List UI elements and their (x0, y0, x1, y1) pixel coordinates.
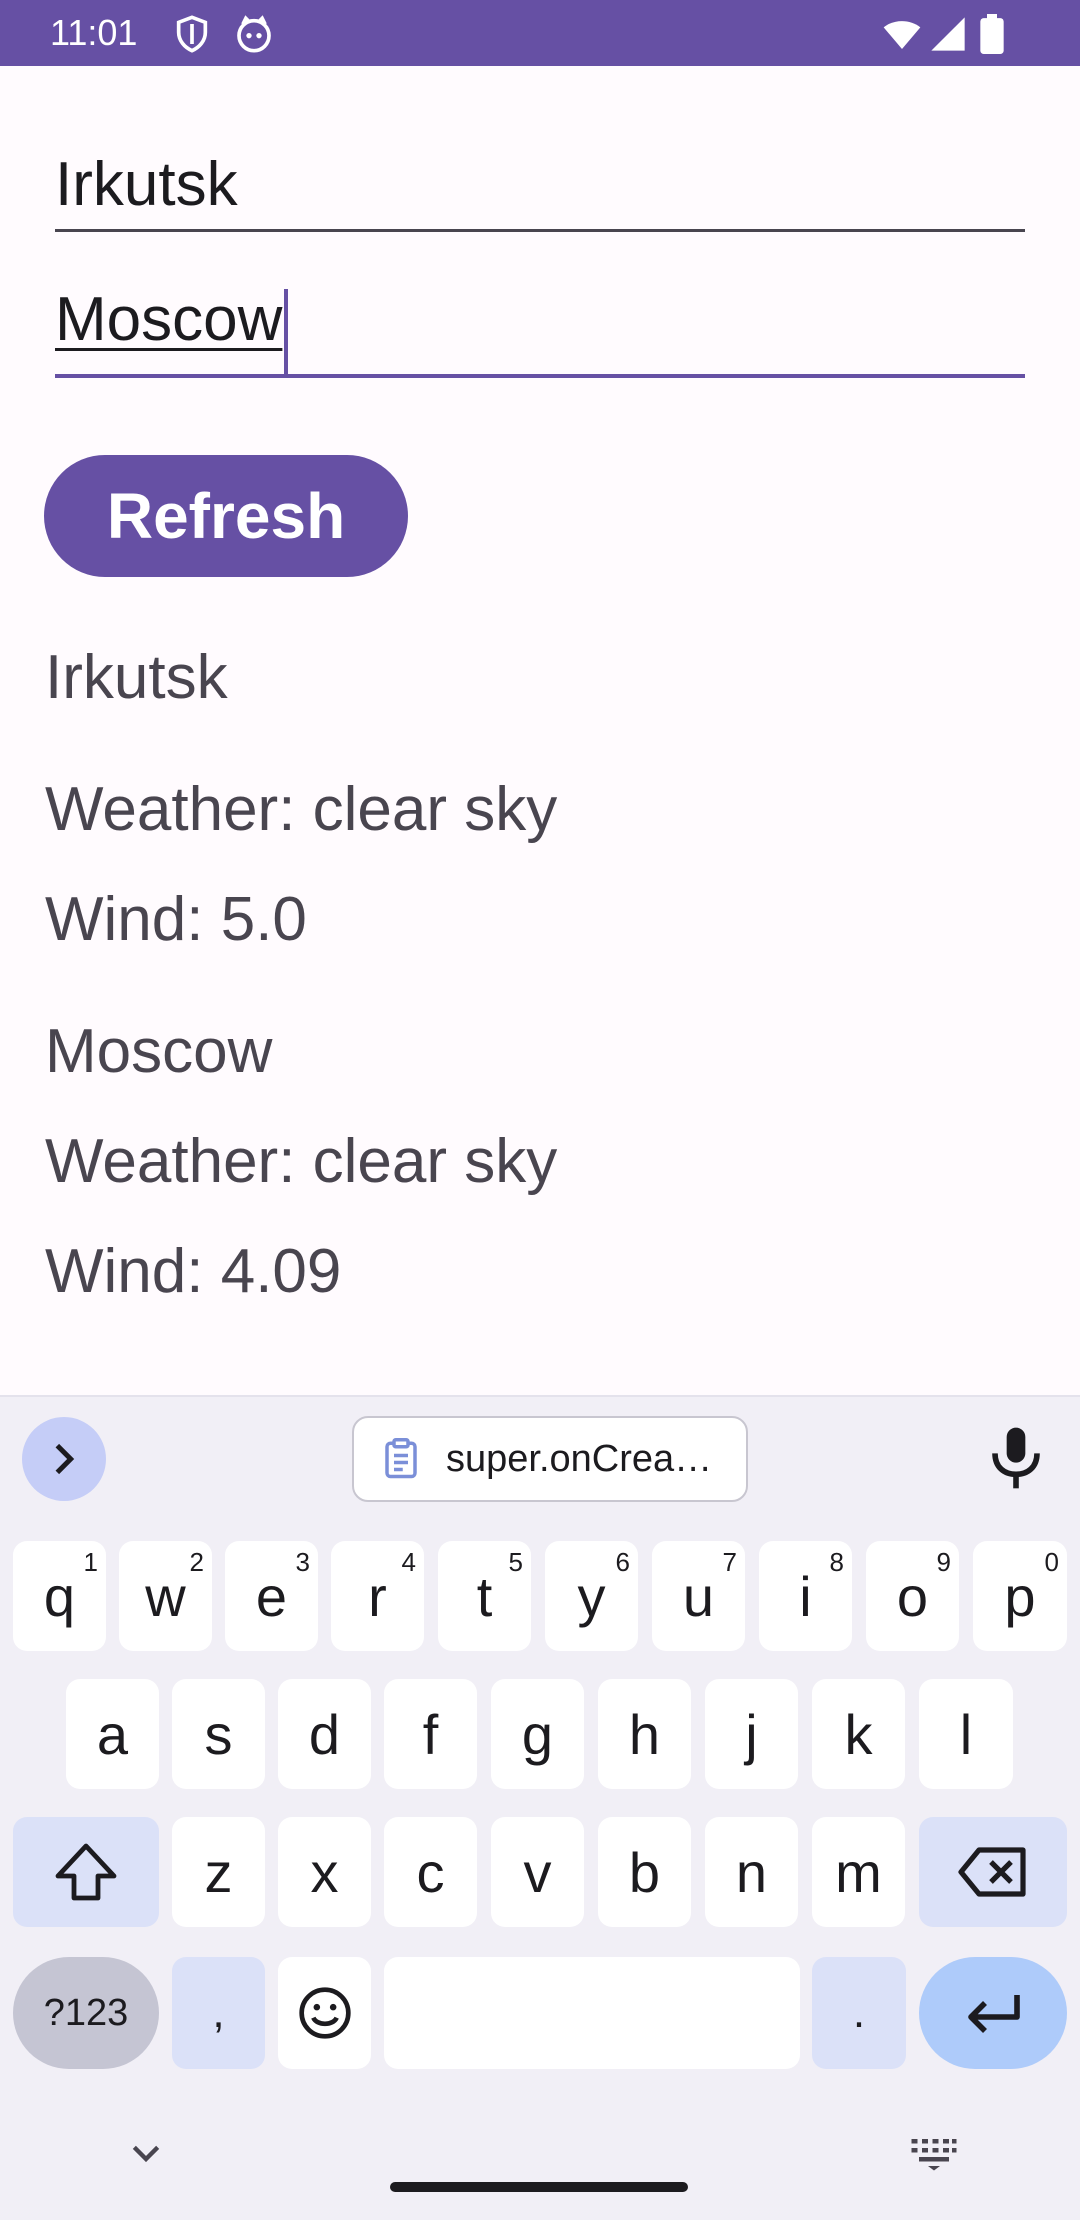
key-q-hint: 1 (83, 1547, 98, 1577)
enter-arrow-icon (968, 1995, 1020, 2033)
key-j[interactable]: j (705, 1679, 798, 1789)
backspace-key[interactable] (919, 1817, 1067, 1927)
key-s[interactable]: s (172, 1679, 265, 1789)
key-u-label: u (682, 1564, 715, 1628)
status-bar: 11:01 (0, 0, 1080, 66)
cat-face-icon (234, 14, 274, 54)
expand-toolbar-button[interactable] (22, 1417, 106, 1501)
key-o[interactable]: o9 (866, 1541, 959, 1651)
key-y-hint: 6 (615, 1547, 630, 1577)
key-f[interactable]: f (384, 1679, 477, 1789)
microphone-icon[interactable] (988, 1425, 1044, 1491)
key-l[interactable]: l (919, 1679, 1013, 1789)
key-y[interactable]: y6 (545, 1541, 638, 1651)
home-gesture-bar[interactable] (390, 2182, 688, 2192)
result-city1-wind: Wind: 5.0 (45, 885, 307, 954)
key-i-label: i (799, 1564, 812, 1628)
key-t[interactable]: t5 (438, 1541, 531, 1651)
battery-icon (978, 14, 1006, 54)
hide-keyboard-chevron-icon[interactable] (126, 2134, 166, 2174)
key-w[interactable]: w2 (119, 1541, 212, 1651)
city1-input[interactable]: Irkutsk (55, 145, 1025, 235)
key-i[interactable]: i8 (759, 1541, 852, 1651)
key-i-hint: 8 (829, 1547, 844, 1577)
keyboard-divider (0, 1395, 1080, 1397)
key-r[interactable]: r4 (331, 1541, 424, 1651)
key-q-label: q (43, 1564, 76, 1628)
key-u[interactable]: u7 (652, 1541, 745, 1651)
key-k[interactable]: k (812, 1679, 905, 1789)
key-y-label: y (577, 1564, 606, 1628)
key-e[interactable]: e3 (225, 1541, 318, 1651)
clipboard-icon (385, 1438, 417, 1479)
key-e-hint: 3 (295, 1547, 310, 1577)
city1-input-value: Irkutsk (55, 150, 238, 219)
key-e-label: e (255, 1564, 288, 1628)
city2-input[interactable]: Moscow (55, 280, 1025, 380)
key-d[interactable]: d (278, 1679, 371, 1789)
shift-key[interactable] (13, 1817, 159, 1927)
wifi-icon (880, 14, 924, 54)
city2-input-value: Moscow (55, 285, 283, 354)
enter-key[interactable] (919, 1957, 1067, 2069)
comma-key[interactable]: , (172, 1957, 265, 2069)
clipboard-suggestion-chip[interactable]: super.onCrea… (352, 1416, 748, 1502)
on-screen-keyboard (0, 1395, 1080, 2220)
key-w-label: w (145, 1564, 186, 1628)
city2-input-underline (55, 374, 1025, 378)
key-t-hint: 5 (508, 1547, 523, 1577)
clipboard-suggestion-text: super.onCrea… (446, 1437, 713, 1480)
backspace-icon (958, 1847, 1026, 1897)
result-city2-weather: Weather: clear sky (45, 1127, 558, 1196)
period-key[interactable]: . (812, 1957, 906, 2069)
shift-arrow-icon (55, 1843, 117, 1901)
key-b[interactable]: b (598, 1817, 691, 1927)
shield-icon (172, 14, 212, 54)
key-c[interactable]: c (384, 1817, 477, 1927)
result-city1-weather: Weather: clear sky (45, 775, 558, 844)
key-u-hint: 7 (722, 1547, 737, 1577)
status-time: 11:01 (50, 12, 138, 53)
symbols-key[interactable]: ?123 (13, 1957, 159, 2069)
key-a[interactable]: a (66, 1679, 159, 1789)
key-p-label: p (1004, 1564, 1036, 1628)
text-cursor (284, 288, 289, 375)
key-p[interactable]: p0 (973, 1541, 1067, 1651)
emoji-icon (298, 1987, 351, 2039)
refresh-button[interactable]: Refresh (44, 455, 408, 577)
key-t-label: t (476, 1564, 493, 1628)
key-h[interactable]: h (598, 1679, 691, 1789)
key-w-hint: 2 (189, 1547, 204, 1577)
key-x[interactable]: x (278, 1817, 371, 1927)
signal-icon (928, 14, 968, 54)
space-key[interactable] (384, 1957, 800, 2069)
key-o-hint: 9 (936, 1547, 951, 1577)
key-p-hint: 0 (1044, 1547, 1059, 1577)
result-city2-wind: Wind: 4.09 (45, 1237, 342, 1306)
key-m[interactable]: m (812, 1817, 905, 1927)
key-o-label: o (896, 1564, 929, 1628)
key-z[interactable]: z (172, 1817, 265, 1927)
result-city1-name: Irkutsk (45, 643, 228, 712)
emoji-key[interactable] (278, 1957, 371, 2069)
chevron-right-icon (55, 1443, 75, 1475)
result-city2-name: Moscow (45, 1017, 273, 1086)
key-n[interactable]: n (705, 1817, 798, 1927)
keyboard-switch-icon[interactable] (910, 2136, 958, 2172)
city1-input-underline (55, 229, 1025, 232)
key-r-label: r (368, 1564, 387, 1628)
key-q[interactable]: q1 (13, 1541, 106, 1651)
key-v[interactable]: v (491, 1817, 584, 1927)
key-r-hint: 4 (401, 1547, 416, 1577)
key-g[interactable]: g (491, 1679, 584, 1789)
